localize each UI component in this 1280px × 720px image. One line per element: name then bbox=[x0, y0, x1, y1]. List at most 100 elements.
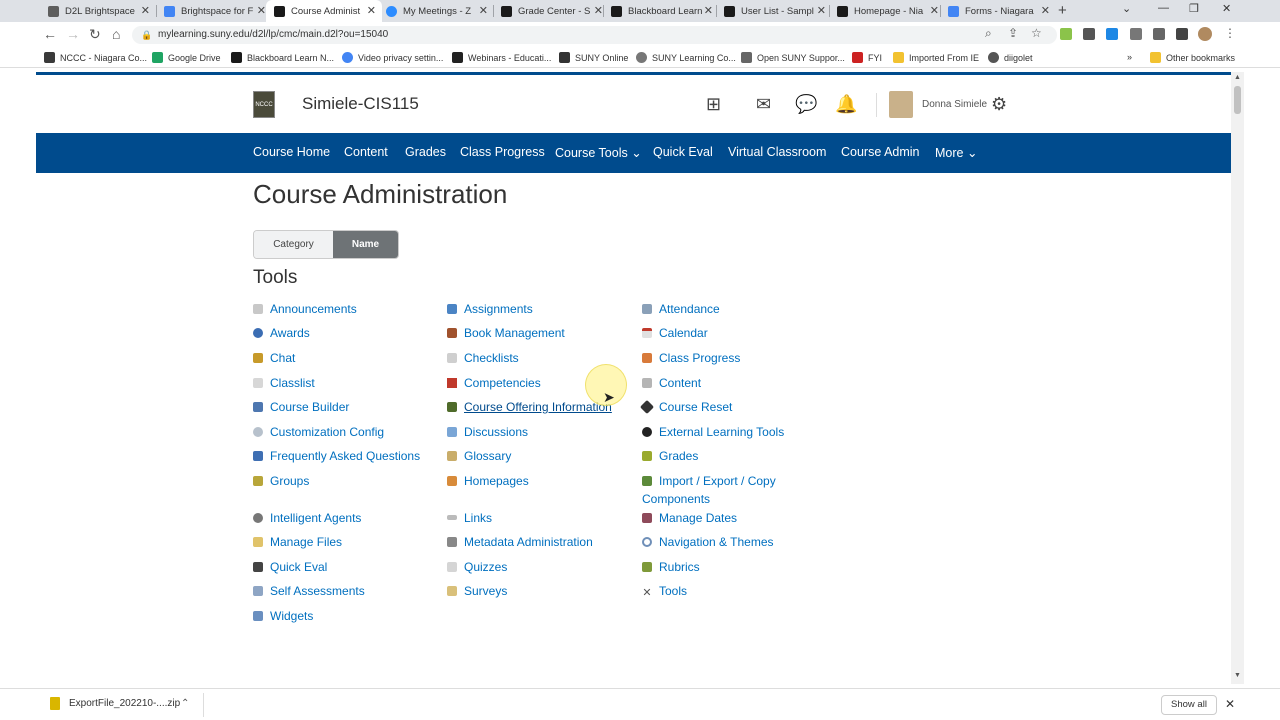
close-icon[interactable]: ✕ bbox=[1225, 697, 1235, 711]
tool-link-metadata-administration[interactable]: Metadata Administration bbox=[447, 535, 593, 549]
scrollbar-thumb[interactable] bbox=[1234, 86, 1241, 114]
tool-link-course-reset[interactable]: Course Reset bbox=[639, 399, 732, 415]
scroll-down-icon[interactable]: ▼ bbox=[1234, 672, 1241, 679]
tool-link-assignments[interactable]: Assignments bbox=[447, 302, 533, 316]
nccc-logo[interactable]: NCCC bbox=[253, 91, 275, 118]
bookmark-fyi[interactable]: FYI bbox=[852, 52, 882, 63]
bookmark-open-suny[interactable]: Open SUNY Suppor... bbox=[741, 52, 845, 63]
bookmark-other-bookmarks[interactable]: Other bookmarks bbox=[1150, 52, 1235, 63]
scroll-up-icon[interactable]: ▲ bbox=[1234, 74, 1241, 81]
extension-icon[interactable] bbox=[1060, 28, 1072, 40]
extension-icon[interactable] bbox=[1106, 28, 1118, 40]
tool-link-intelligent-agents[interactable]: Intelligent Agents bbox=[253, 511, 361, 525]
tab-forms[interactable]: Forms - Niagara ✕ bbox=[940, 0, 1056, 22]
tool-link-faq[interactable]: Frequently Asked Questions bbox=[253, 449, 420, 463]
zoom-search-icon[interactable]: ⌕ bbox=[985, 26, 992, 41]
bookmarks-overflow-chevron[interactable]: » bbox=[1127, 52, 1132, 62]
bookmark-suny-learning[interactable]: SUNY Learning Co... bbox=[636, 52, 736, 63]
tab-homepage[interactable]: Homepage - Nia ✕ bbox=[829, 0, 945, 22]
tool-link-manage-files[interactable]: Manage Files bbox=[253, 535, 342, 549]
tool-link-chat[interactable]: Chat bbox=[253, 351, 295, 365]
tool-link-navigation-themes[interactable]: Navigation & Themes bbox=[642, 535, 774, 549]
email-icon[interactable]: ✉ bbox=[756, 94, 771, 115]
tab-course-administration[interactable]: Course Administ ✕ bbox=[266, 0, 382, 22]
close-icon[interactable]: ✕ bbox=[257, 4, 266, 17]
tool-link-surveys[interactable]: Surveys bbox=[447, 584, 507, 598]
tab-brightspace-for[interactable]: Brightspace for F ✕ bbox=[156, 0, 272, 22]
user-name[interactable]: Donna Simiele bbox=[922, 99, 987, 110]
tab-grade-center[interactable]: Grade Center - S ✕ bbox=[493, 0, 609, 22]
tool-link-quick-eval[interactable]: Quick Eval bbox=[253, 560, 327, 574]
tool-link-discussions[interactable]: Discussions bbox=[447, 425, 528, 439]
kebab-menu-icon[interactable]: ⋮ bbox=[1224, 26, 1236, 40]
tool-link-course-offering-information[interactable]: Course Offering Information bbox=[447, 400, 612, 414]
tool-link-tools[interactable]: ✕ Tools bbox=[642, 584, 687, 599]
tool-link-announcements[interactable]: Announcements bbox=[253, 302, 357, 316]
tool-link-widgets[interactable]: Widgets bbox=[253, 609, 313, 623]
nav-virtual-classroom[interactable]: Virtual Classroom bbox=[728, 145, 826, 159]
close-icon[interactable]: ✕ bbox=[594, 4, 603, 17]
tool-link-links[interactable]: Links bbox=[447, 511, 492, 525]
extensions-puzzle-icon[interactable] bbox=[1153, 28, 1165, 40]
bookmark-folder-imported[interactable]: Imported From IE bbox=[893, 52, 979, 63]
nav-more[interactable]: More ⌄ bbox=[935, 145, 977, 160]
chevron-up-icon[interactable]: ⌃ bbox=[181, 698, 189, 709]
bookmark-suny-online[interactable]: SUNY Online bbox=[559, 52, 628, 63]
side-panel-icon[interactable] bbox=[1176, 28, 1188, 40]
close-icon[interactable]: ✕ bbox=[817, 4, 826, 17]
tool-link-quizzes[interactable]: Quizzes bbox=[447, 560, 507, 574]
tool-link-rubrics[interactable]: Rubrics bbox=[642, 560, 700, 574]
notification-bell-icon[interactable]: 🔔 bbox=[835, 94, 857, 115]
tool-link-course-builder[interactable]: Course Builder bbox=[253, 400, 349, 414]
tool-link-manage-dates[interactable]: Manage Dates bbox=[642, 511, 737, 525]
profile-avatar-icon[interactable] bbox=[1198, 27, 1212, 41]
bookmark-webinars[interactable]: Webinars - Educati... bbox=[452, 52, 551, 63]
name-toggle-button[interactable]: Name bbox=[333, 231, 398, 258]
tool-link-calendar[interactable]: Calendar bbox=[642, 326, 708, 340]
tool-link-checklists[interactable]: Checklists bbox=[447, 351, 519, 365]
eyedropper-icon[interactable] bbox=[1130, 28, 1142, 40]
bookmark-video-privacy[interactable]: Video privacy settin... bbox=[342, 52, 443, 63]
extension-icon[interactable] bbox=[1083, 28, 1095, 40]
close-icon[interactable]: ✕ bbox=[367, 4, 376, 17]
close-icon[interactable]: ✕ bbox=[930, 4, 939, 17]
home-icon[interactable]: ⌂ bbox=[112, 26, 120, 42]
close-icon[interactable]: ✕ bbox=[704, 4, 713, 17]
category-toggle-button[interactable]: Category bbox=[254, 231, 333, 258]
tab-d2l-brightspace[interactable]: D2L Brightspace ✕ bbox=[40, 0, 156, 22]
tool-link-awards[interactable]: Awards bbox=[253, 326, 310, 340]
tool-link-class-progress[interactable]: Class Progress bbox=[642, 351, 740, 365]
restore-icon[interactable]: ❐ bbox=[1189, 2, 1199, 15]
tool-link-import-export-copy[interactable]: Import / Export / Copy Components bbox=[642, 472, 812, 508]
tool-link-glossary[interactable]: Glossary bbox=[447, 449, 511, 463]
reload-icon[interactable]: ↻ bbox=[89, 26, 101, 43]
close-icon[interactable]: ✕ bbox=[141, 4, 150, 17]
nav-course-admin[interactable]: Course Admin bbox=[841, 145, 920, 159]
bookmark-star-icon[interactable]: ☆ bbox=[1031, 26, 1042, 40]
chat-bubble-icon[interactable]: 💬 bbox=[795, 94, 817, 115]
bookmark-nccc[interactable]: NCCC - Niagara Co... bbox=[44, 52, 147, 63]
window-close-icon[interactable]: ✕ bbox=[1222, 2, 1231, 15]
bookmark-diigolet[interactable]: diigolet bbox=[988, 52, 1033, 63]
minimize-icon[interactable]: — bbox=[1158, 2, 1169, 14]
page-scrollbar[interactable]: ▲ ▼ bbox=[1231, 72, 1244, 684]
course-title[interactable]: Simiele-CIS115 bbox=[302, 94, 419, 114]
tool-link-self-assessments[interactable]: Self Assessments bbox=[253, 584, 365, 598]
nav-course-tools[interactable]: Course Tools ⌄ bbox=[555, 145, 642, 160]
close-icon[interactable]: ✕ bbox=[1041, 4, 1050, 17]
tool-link-grades[interactable]: Grades bbox=[642, 449, 698, 463]
nav-course-home[interactable]: Course Home bbox=[253, 145, 330, 159]
url-field[interactable]: 🔒 mylearning.suny.edu/d2l/lp/cmc/main.d2… bbox=[132, 26, 1057, 44]
tool-link-external-learning-tools[interactable]: External Learning Tools bbox=[642, 425, 784, 439]
tool-link-competencies[interactable]: Competencies bbox=[447, 376, 541, 390]
forward-icon[interactable]: → bbox=[66, 26, 80, 42]
tab-search-chevron-icon[interactable]: ⌄ bbox=[1122, 2, 1131, 15]
back-icon[interactable]: ← bbox=[43, 26, 57, 42]
bookmark-blackboard[interactable]: Blackboard Learn N... bbox=[231, 52, 334, 63]
tool-link-classlist[interactable]: Classlist bbox=[253, 376, 315, 390]
tab-user-list[interactable]: User List - Sampl ✕ bbox=[716, 0, 832, 22]
settings-gear-icon[interactable]: ⚙ bbox=[991, 94, 1007, 115]
bookmark-google-drive[interactable]: Google Drive bbox=[152, 52, 221, 63]
tool-link-homepages[interactable]: Homepages bbox=[447, 474, 529, 488]
new-tab-icon[interactable]: + bbox=[1058, 2, 1067, 19]
